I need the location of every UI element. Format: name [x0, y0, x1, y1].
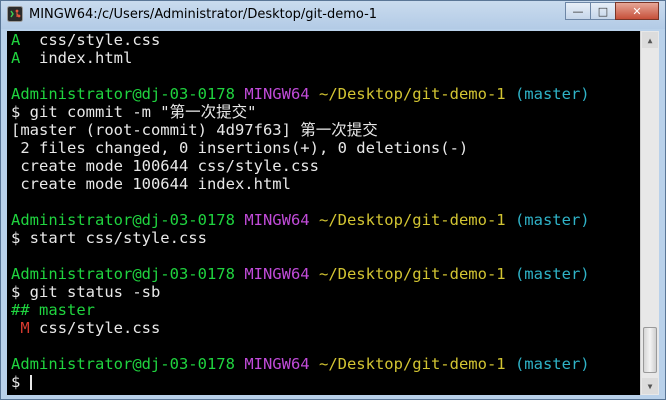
- command-line: $ git commit -m "第一次提交": [11, 103, 257, 121]
- prompt-shell: MINGW64: [244, 211, 310, 229]
- terminal-screen[interactable]: A css/style.css A index.html Administrat…: [11, 31, 633, 395]
- prompt-user: Administrator@dj-03-0178: [11, 265, 235, 283]
- terminal-area[interactable]: A css/style.css A index.html Administrat…: [7, 31, 659, 395]
- terminal-window: MINGW64:/c/Users/Administrator/Desktop/g…: [0, 0, 666, 400]
- prompt-line: Administrator@dj-03-0178 MINGW64 ~/Deskt…: [11, 265, 633, 283]
- prompt-shell: MINGW64: [244, 265, 310, 283]
- prompt-path: ~/Desktop/git-demo-1: [318, 265, 506, 283]
- output-line: create mode 100644 css/style.css: [11, 157, 319, 175]
- title-bar[interactable]: MINGW64:/c/Users/Administrator/Desktop/g…: [1, 1, 665, 29]
- prompt-line: Administrator@dj-03-0178 MINGW64 ~/Deskt…: [11, 211, 633, 229]
- command-prompt: $: [11, 373, 30, 391]
- prompt-user: Administrator@dj-03-0178: [11, 85, 235, 103]
- output-line: M css/style.css: [11, 319, 633, 337]
- terminal-line: A css/style.css: [11, 31, 633, 49]
- prompt-path: ~/Desktop/git-demo-1: [318, 211, 506, 229]
- terminal-line: A index.html: [11, 49, 633, 67]
- prompt-line: Administrator@dj-03-0178 MINGW64 ~/Deskt…: [11, 85, 633, 103]
- output-line: create mode 100644 index.html: [11, 175, 291, 193]
- prompt-user: Administrator@dj-03-0178: [11, 211, 235, 229]
- file-path: index.html: [39, 49, 133, 67]
- command-line[interactable]: $: [11, 373, 633, 391]
- prompt-shell: MINGW64: [244, 85, 310, 103]
- vertical-scrollbar[interactable]: ▲ ▼: [640, 31, 659, 395]
- git-status-code: A: [11, 49, 21, 67]
- prompt-path: ~/Desktop/git-demo-1: [318, 355, 506, 373]
- prompt-branch: (master): [514, 265, 590, 283]
- maximize-button[interactable]: □: [590, 2, 616, 20]
- git-status-code: A: [11, 31, 21, 49]
- command-line: $ start css/style.css: [11, 229, 207, 247]
- git-status-code: M: [20, 319, 30, 337]
- scroll-down-icon[interactable]: ▼: [642, 378, 658, 394]
- git-bash-icon: [7, 6, 23, 22]
- output-line: [master (root-commit) 4d97f63] 第一次提交: [11, 121, 378, 139]
- window-title: MINGW64:/c/Users/Administrator/Desktop/g…: [29, 7, 378, 22]
- output-line: 2 files changed, 0 insertions(+), 0 dele…: [11, 139, 469, 157]
- close-button[interactable]: ✕: [615, 2, 659, 20]
- prompt-path: ~/Desktop/git-demo-1: [318, 85, 506, 103]
- prompt-branch: (master): [514, 355, 590, 373]
- minimize-button[interactable]: —: [565, 2, 591, 20]
- scroll-up-icon[interactable]: ▲: [642, 32, 658, 48]
- prompt-shell: MINGW64: [244, 355, 310, 373]
- command-line: $ git status -sb: [11, 283, 161, 301]
- prompt-branch: (master): [514, 85, 590, 103]
- scrollbar-thumb[interactable]: [643, 327, 657, 373]
- output-line: ## master: [11, 301, 95, 319]
- prompt-line: Administrator@dj-03-0178 MINGW64 ~/Deskt…: [11, 355, 633, 373]
- file-path: css/style.css: [39, 31, 161, 49]
- window-controls: — □ ✕: [565, 2, 659, 22]
- file-path: css/style.css: [39, 319, 161, 337]
- text-cursor: [29, 375, 32, 390]
- prompt-user: Administrator@dj-03-0178: [11, 355, 235, 373]
- prompt-branch: (master): [514, 211, 590, 229]
